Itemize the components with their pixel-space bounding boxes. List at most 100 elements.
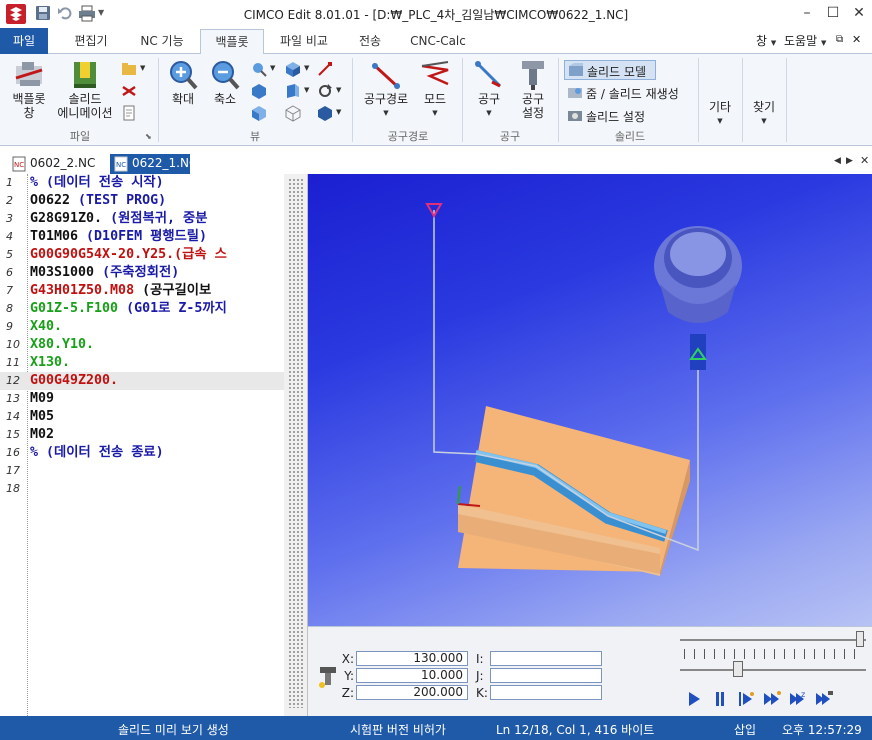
tool-info-icon[interactable] — [318, 665, 338, 689]
file-group-launcher-icon[interactable]: ⬊ — [145, 132, 152, 141]
code-line[interactable]: 2 O0622 (TEST PROG) — [0, 192, 284, 210]
scrollbar-thumb[interactable] — [288, 178, 304, 708]
side-view-dropdown-icon[interactable]: ▼ — [304, 86, 309, 94]
file-properties-icon[interactable] — [120, 104, 138, 122]
zoom-regen-button[interactable]: 줌 / 솔리드 재생성 — [564, 83, 694, 103]
code-text: G01Z-5.F100 (G01로 Z-5까지 — [30, 301, 227, 316]
side-view-icon[interactable] — [284, 82, 302, 100]
code-text: % (데이터 전송 종료) — [30, 445, 164, 460]
j-coord-label: J: — [476, 669, 484, 683]
tab-file[interactable]: 파일 — [0, 28, 48, 54]
zoom-regen-label: 줌 / 솔리드 재생성 — [586, 87, 679, 101]
code-line[interactable]: 3 G28G91Z0. (원점복귀, 중분 — [0, 210, 284, 228]
k-coord-label: K: — [476, 686, 488, 700]
tool-dropdown-icon: ▼ — [486, 109, 492, 117]
zoom-in-button[interactable]: 확대 — [162, 58, 204, 106]
step-icon[interactable] — [736, 689, 756, 709]
end-icon[interactable] — [814, 689, 834, 709]
window-menu[interactable]: 창 ▼ — [756, 32, 776, 49]
view-cube-icon[interactable] — [284, 60, 302, 78]
status-bar: 솔리드 미리 보기 생성 시험판 버전 비허가 Ln 12/18, Col 1,… — [0, 716, 872, 740]
code-line[interactable]: 18 — [0, 480, 284, 498]
measure-icon[interactable] — [316, 60, 334, 78]
tool-button[interactable]: 공구 ▼ — [468, 58, 510, 120]
fast-forward-icon[interactable] — [762, 689, 782, 709]
folder-icon[interactable] — [120, 60, 138, 78]
rotate-icon[interactable] — [316, 82, 334, 100]
view-cube-dropdown-icon[interactable]: ▼ — [304, 64, 309, 72]
code-line[interactable]: 6 M03S1000 (주축정회전) — [0, 264, 284, 282]
code-line[interactable]: 5 G00G90G54X-20.Y25.(급속 스 — [0, 246, 284, 264]
zoom-out-button[interactable]: 축소 — [204, 58, 246, 106]
code-line[interactable]: 9 X40. — [0, 318, 284, 336]
close-button[interactable]: ✕ — [846, 3, 872, 23]
mode-button[interactable]: 모드 ▼ — [414, 58, 456, 120]
progress-slider-thumb[interactable] — [856, 631, 864, 647]
tab-file-compare[interactable]: 파일 비교 — [266, 29, 342, 54]
zoom-in-icon — [166, 58, 200, 92]
code-line[interactable]: 8 G01Z-5.F100 (G01로 Z-5까지 — [0, 300, 284, 318]
tab-scroll-left-icon[interactable]: ◀ — [834, 156, 841, 166]
svg-text:z: z — [801, 690, 805, 699]
code-line[interactable]: 4 T01M06 (D10FEM 평행드릴) — [0, 228, 284, 246]
code-line[interactable]: 14 M05 — [0, 408, 284, 426]
speed-slider[interactable] — [680, 661, 866, 679]
tab-backplot[interactable]: 백플롯 — [200, 29, 264, 55]
code-line[interactable]: 16 % (데이터 전송 종료) — [0, 444, 284, 462]
backplot-window-button[interactable]: 백플롯 창 — [4, 58, 54, 120]
zoom-window-icon[interactable] — [250, 60, 268, 78]
code-text: G43H01Z50.M08 (공구길이보 — [30, 283, 212, 298]
code-line[interactable]: 17 — [0, 462, 284, 480]
speed-slider-thumb[interactable] — [733, 661, 743, 677]
tab-nc-functions[interactable]: NC 기능 — [126, 29, 198, 54]
code-line[interactable]: 15 M02 — [0, 426, 284, 444]
solid-model-button[interactable]: 솔리드 모델 — [564, 60, 656, 80]
code-line[interactable]: 10 X80.Y10. — [0, 336, 284, 354]
pause-icon[interactable] — [710, 689, 730, 709]
progress-slider[interactable] — [680, 631, 866, 649]
doc-tab-0602-2[interactable]: NC 0602_2.NC — [8, 154, 106, 174]
code-text: X40. — [30, 319, 63, 334]
step-z-icon[interactable]: z — [788, 689, 808, 709]
find-button[interactable]: 찾기 ▼ — [746, 100, 782, 128]
code-line[interactable]: 1 % (데이터 전송 시작) — [0, 174, 284, 192]
solid-setup-button[interactable]: 솔리드 설정 — [564, 106, 664, 126]
y-coord-field: 10.000 — [356, 668, 468, 683]
tool-setup-button[interactable]: 공구 설정 — [512, 58, 554, 120]
code-line[interactable]: 7 G43H01Z50.M08 (공구길이보 — [0, 282, 284, 300]
toolpath-button[interactable]: 공구경로 ▼ — [358, 58, 414, 120]
shaded-view-dropdown-icon[interactable]: ▼ — [336, 108, 341, 116]
backplot-viewport[interactable] — [308, 174, 872, 626]
tab-cnc-calc[interactable]: CNC-Calc — [398, 29, 478, 54]
shaded-view-icon[interactable] — [316, 104, 334, 122]
maximize-button[interactable]: ☐ — [820, 3, 846, 23]
doc-tab-0622-1[interactable]: NC 0622_1.NC — [110, 154, 197, 174]
folder-dropdown-icon[interactable]: ▼ — [140, 64, 145, 72]
zoom-window-dropdown-icon[interactable]: ▼ — [270, 64, 275, 72]
help-menu[interactable]: 도움말 ▼ — [784, 32, 826, 49]
editor-scrollbar[interactable] — [284, 174, 307, 716]
tab-close-icon[interactable]: ✕ — [860, 154, 869, 167]
code-line[interactable]: 13 M09 — [0, 390, 284, 408]
other-button[interactable]: 기타 ▼ — [702, 100, 738, 128]
wireframe-view-icon[interactable] — [284, 104, 302, 122]
code-line[interactable]: 11 X130. — [0, 354, 284, 372]
y-axis-indicator — [457, 485, 461, 505]
backplot-window-label: 백플롯 창 — [12, 92, 46, 120]
close-file-icon[interactable] — [120, 82, 138, 100]
play-icon[interactable] — [684, 689, 704, 709]
tab-transfer[interactable]: 전송 — [344, 29, 396, 54]
front-view-icon[interactable] — [250, 104, 268, 122]
code-line[interactable]: 12 G00G49Z200. — [0, 372, 284, 390]
doc-tab-label: 0602_2.NC — [30, 156, 96, 170]
rotate-dropdown-icon[interactable]: ▼ — [336, 86, 341, 94]
y-coord-label: Y: — [344, 669, 354, 683]
minimize-button[interactable]: – — [794, 3, 820, 23]
iso-view-icon[interactable] — [250, 82, 268, 100]
close-doc-icon[interactable]: ✕ — [852, 33, 861, 46]
code-editor[interactable]: 1 % (데이터 전송 시작) 2 O0622 (TEST PROG) 3 G28G91Z… — [0, 174, 308, 716]
solid-animation-button[interactable]: 솔리드 에니메이션 — [54, 58, 116, 120]
tab-scroll-right-icon[interactable]: ▶ — [846, 156, 853, 166]
restore-icon[interactable]: ⧉ — [836, 34, 843, 45]
tab-editor[interactable]: 편집기 — [58, 29, 124, 54]
